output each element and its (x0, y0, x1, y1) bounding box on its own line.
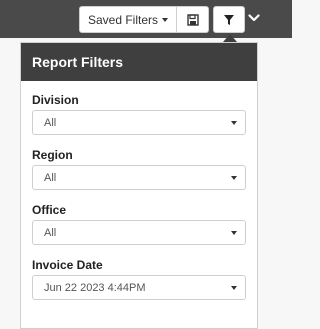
office-label: Office (32, 203, 67, 217)
dropdown-caret-icon (231, 286, 237, 290)
filter-button[interactable] (213, 6, 245, 33)
dropdown-caret-icon (231, 176, 237, 180)
invoice-date-select[interactable]: Jun 22 2023 4:44PM (32, 275, 246, 300)
save-button[interactable] (177, 6, 209, 33)
region-value: All (44, 171, 57, 184)
invoice-date-label: Invoice Date (32, 258, 103, 272)
saved-filters-label: Saved Filters (87, 12, 159, 27)
panel-title: Report Filters (21, 43, 257, 81)
division-value: All (44, 116, 57, 129)
dropdown-caret-icon (231, 121, 237, 125)
toolbar-chevron-button[interactable] (247, 10, 261, 26)
region-select[interactable]: All (32, 165, 246, 190)
office-select[interactable]: All (32, 220, 246, 245)
chevron-down-icon (248, 14, 260, 22)
save-icon (186, 13, 199, 26)
dropdown-caret-icon (231, 231, 237, 235)
popover-arrow (223, 34, 237, 42)
office-value: All (44, 226, 57, 239)
division-label: Division (32, 93, 79, 107)
filter-icon (224, 14, 234, 25)
region-label: Region (32, 148, 73, 162)
caret-down-icon (162, 17, 169, 22)
division-select[interactable]: All (32, 110, 246, 135)
saved-filters-button[interactable]: Saved Filters (79, 6, 177, 33)
report-filters-panel: Report Filters Division All Region All O… (20, 42, 258, 329)
invoice-date-value: Jun 22 2023 4:44PM (44, 281, 146, 294)
